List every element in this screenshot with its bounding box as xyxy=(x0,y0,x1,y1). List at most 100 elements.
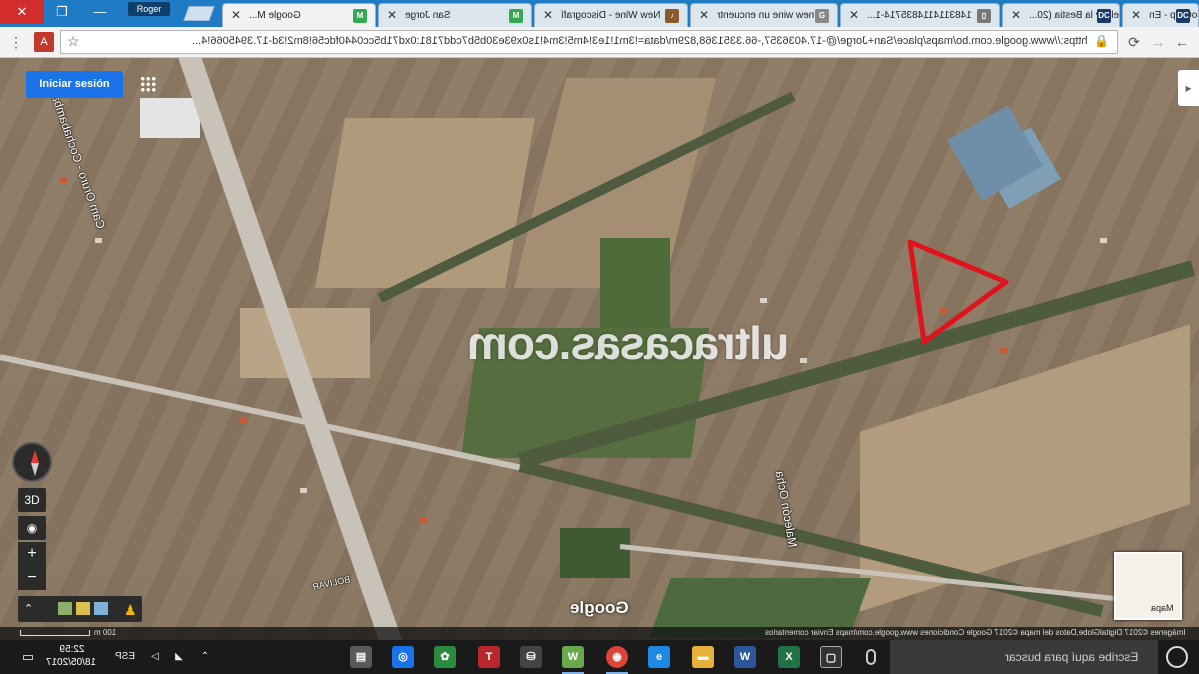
clock-time: 22:59 xyxy=(59,644,85,655)
descargatelo-icon: DC xyxy=(1176,9,1190,23)
zoom-in-button[interactable]: + xyxy=(18,542,46,566)
traffic-layer-icon[interactable] xyxy=(76,602,90,615)
volume-icon[interactable]: ◁ xyxy=(146,640,164,674)
back-arrow-icon[interactable]: ← xyxy=(1172,32,1192,52)
window-maximize-button[interactable]: ❐ xyxy=(44,0,80,24)
house xyxy=(760,298,767,303)
house xyxy=(1100,238,1107,243)
google-maps-icon: M xyxy=(353,9,367,23)
google-maps-icon: M xyxy=(509,9,523,23)
windows-taskbar: ▭ 22:59 18/05/2017 ESP ◁ ◣ ⌃ ▤ ◎ ✿ T ⛁ W… xyxy=(0,640,1199,674)
property-boundary-marker xyxy=(907,239,1009,345)
pegman-icon[interactable]: ♟ xyxy=(124,602,138,618)
tab-la-bella-y-la-bestia[interactable]: ✕ La Bella y la Bestia (20... DC xyxy=(1002,3,1120,27)
building xyxy=(140,98,200,138)
map-footer: 100 m Imágenes ©2017 DigitalGlobe,Datos … xyxy=(0,627,1199,640)
house xyxy=(95,238,102,243)
tab-new-wine-encuentro[interactable]: ✕ new wine un encuentr G xyxy=(690,3,838,27)
excel-icon[interactable]: X xyxy=(778,646,800,668)
clock-date: 18/05/2017 xyxy=(45,657,96,668)
address-bar[interactable]: ☆ https://www.google.com.bo/maps/place/S… xyxy=(60,30,1118,54)
tab-close-icon[interactable]: ✕ xyxy=(231,8,241,22)
compass-icon[interactable] xyxy=(12,442,52,482)
tab-san-jorge[interactable]: ✕ San Jorge M xyxy=(378,3,532,27)
scale-label[interactable]: 100 m xyxy=(94,628,116,637)
tab-new-wine-discografia[interactable]: ✕ New Wine - Discografí ♪ xyxy=(534,3,688,27)
music-icon: ♪ xyxy=(665,9,679,23)
tab-close-icon[interactable]: ✕ xyxy=(849,8,859,22)
tab-label: 1483114114835714-1... xyxy=(867,10,972,21)
window-minimize-button[interactable]: — xyxy=(80,0,120,24)
taskbar-search-box[interactable]: Escribe aquí para buscar xyxy=(890,640,1158,674)
microphone-icon[interactable] xyxy=(866,649,876,665)
tab-descargatelocorp[interactable]: ✕ DescargateloCorp - En DC xyxy=(1122,3,1199,27)
tab-close-icon[interactable]: ✕ xyxy=(543,8,553,22)
map-view-label: Mapa xyxy=(1151,603,1174,613)
search-placeholder: Escribe aquí para buscar xyxy=(1004,650,1138,664)
camera-icon[interactable]: ✿ xyxy=(434,646,456,668)
browser-tab-strip: ✕ ❐ — Roger ✕ Google M... M ✕ San Jorge … xyxy=(0,0,1199,27)
edge-icon[interactable]: e xyxy=(648,646,670,668)
language-indicator[interactable]: ESP xyxy=(110,640,140,674)
side-panel-toggle-icon[interactable]: ▸ xyxy=(1178,70,1199,106)
window-close-button[interactable]: ✕ xyxy=(0,0,44,24)
typora-icon[interactable]: T xyxy=(478,646,500,668)
my-location-icon[interactable]: ◉ xyxy=(18,516,46,540)
pdf-extension-icon[interactable]: A xyxy=(34,32,54,52)
word-icon[interactable]: W xyxy=(734,646,756,668)
teamviewer-icon[interactable]: ◎ xyxy=(392,646,414,668)
tab-label: New Wine - Discografí xyxy=(561,10,661,21)
tab-label: San Jorge xyxy=(405,10,451,21)
google-apps-grid-icon[interactable] xyxy=(140,76,156,92)
notification-center-icon[interactable]: ▭ xyxy=(14,640,42,674)
house xyxy=(240,418,247,423)
show-hidden-icons-icon[interactable]: ⌃ xyxy=(196,640,214,674)
browser-toolbar: ⋮ A ☆ https://www.google.com.bo/maps/pla… xyxy=(0,27,1199,58)
house xyxy=(300,488,307,493)
google-logo: Google xyxy=(570,598,629,617)
menu-icon[interactable]: ⋮ xyxy=(6,32,26,52)
tab-label: new wine un encuentr xyxy=(717,10,815,21)
network-icon[interactable]: ◣ xyxy=(170,640,188,674)
crop-field xyxy=(560,528,630,578)
cortana-icon[interactable] xyxy=(1166,646,1188,668)
google-search-icon: G xyxy=(815,9,829,23)
terrain-layer-icon[interactable] xyxy=(58,602,72,615)
expand-icon[interactable]: ⌃ xyxy=(24,602,38,615)
attribution-links[interactable]: Imágenes ©2017 DigitalGlobe,Datos del ma… xyxy=(765,628,1185,637)
file-explorer-icon[interactable]: ▬ xyxy=(692,646,714,668)
system-clock[interactable]: 22:59 18/05/2017 xyxy=(45,643,96,669)
tab-close-icon[interactable]: ✕ xyxy=(387,8,397,22)
tab-close-icon[interactable]: ✕ xyxy=(699,8,709,22)
house xyxy=(800,358,807,363)
tab-google-maps[interactable]: ✕ Google M... M xyxy=(222,3,376,27)
chrome-icon[interactable]: ◉ xyxy=(606,646,628,674)
lock-icon[interactable]: 🔒 xyxy=(1094,34,1109,48)
app-w-icon[interactable]: W xyxy=(562,646,584,674)
scale-bar xyxy=(20,630,90,636)
field-patch xyxy=(315,118,535,288)
house xyxy=(420,518,427,523)
reload-icon[interactable]: ⟳ xyxy=(1124,32,1144,52)
transit-layer-icon[interactable] xyxy=(94,602,108,615)
sign-in-button[interactable]: Iniciar sesión xyxy=(26,71,123,98)
satellite-map[interactable]: ultracasas.com Cam Oruro - Cochabamba Ma… xyxy=(0,58,1199,640)
profile-badge[interactable]: Roger xyxy=(128,2,170,16)
house xyxy=(60,178,67,183)
ultracasas-watermark: ultracasas.com xyxy=(468,317,789,369)
map-view-toggle[interactable]: Mapa xyxy=(1114,552,1182,620)
house xyxy=(1000,348,1007,353)
url-text: https://www.google.com.bo/maps/place/San… xyxy=(191,35,1087,47)
zoom-out-button[interactable]: − xyxy=(18,566,46,590)
tab-label: Google M... xyxy=(249,10,301,21)
task-switch-icon[interactable]: ▢ xyxy=(820,646,842,668)
tab-close-icon[interactable]: ✕ xyxy=(1131,8,1141,22)
bookmark-star-icon[interactable]: ☆ xyxy=(67,33,80,50)
tab-close-icon[interactable]: ✕ xyxy=(1011,8,1021,22)
forward-arrow-icon[interactable]: → xyxy=(1148,32,1168,52)
store-icon[interactable]: ⛁ xyxy=(520,646,542,668)
task-view-icon[interactable]: ▤ xyxy=(350,646,372,668)
view-3d-toggle[interactable]: 3D xyxy=(18,488,46,512)
tab-image-file[interactable]: ✕ 1483114114835714-1... ▯ xyxy=(840,3,1000,27)
new-tab-button[interactable] xyxy=(183,6,215,21)
